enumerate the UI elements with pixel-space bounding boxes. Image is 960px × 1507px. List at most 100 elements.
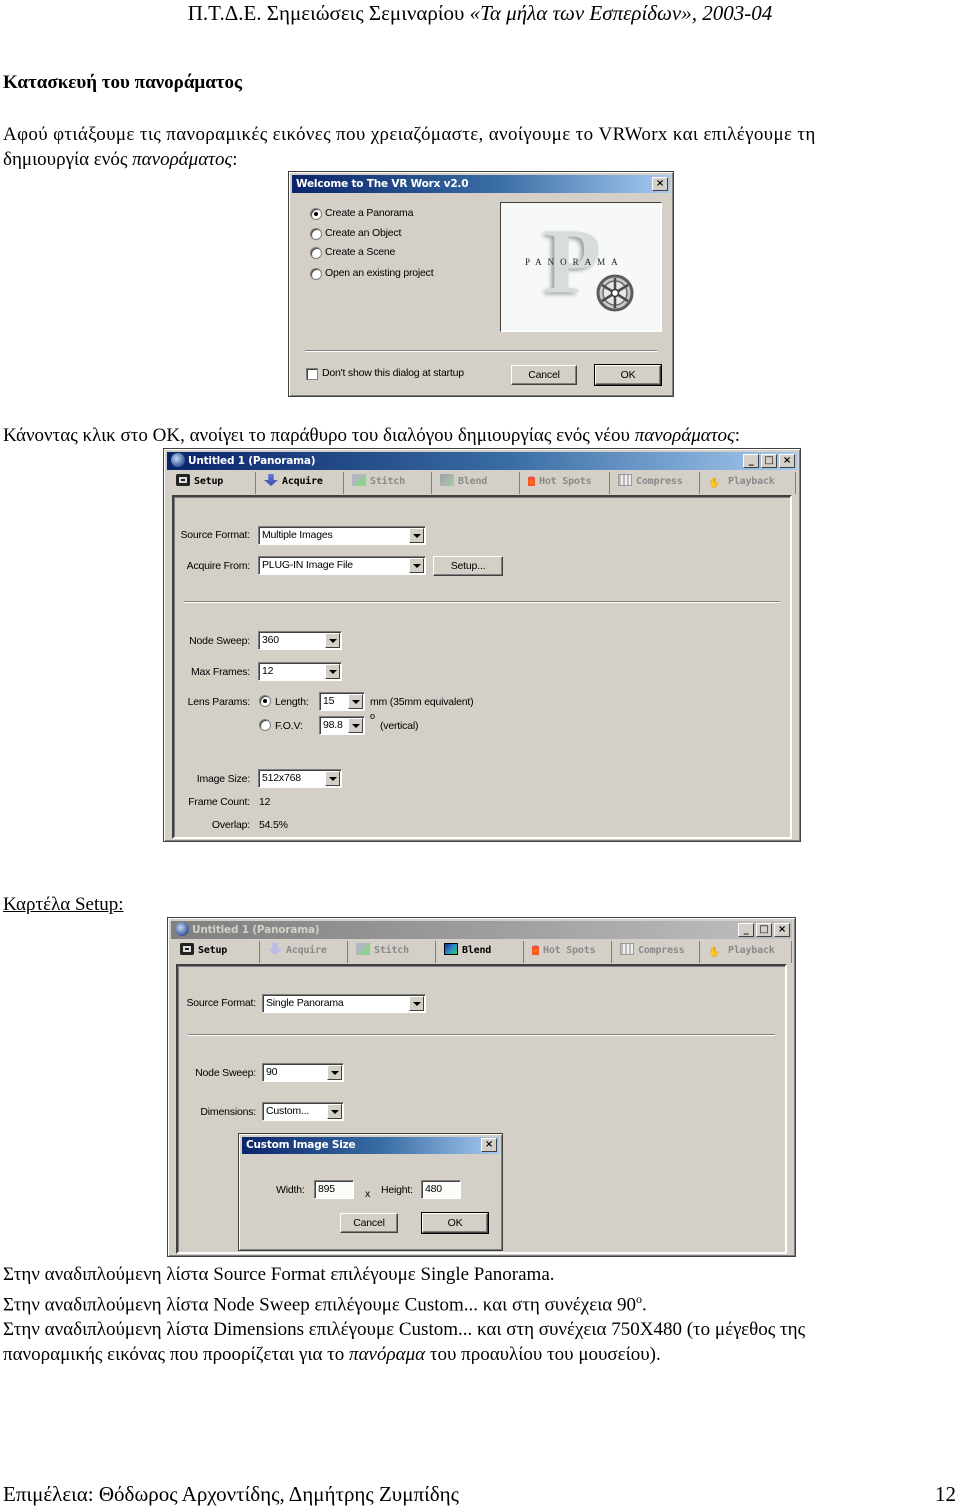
tab-setup[interactable]: Setup [172,941,260,963]
tab-playback[interactable]: ✋ Playback [700,472,796,494]
source-format-select[interactable]: Multiple Images [258,526,426,545]
ok-button[interactable]: OK [421,1212,489,1234]
tab-stitch[interactable]: Stitch [344,472,432,494]
instruction-line4-text: πανοραμικής εικόνας που προορίζεται για … [3,1344,350,1366]
chevron-down-icon[interactable] [348,694,363,709]
node-sweep-label: Node Sweep: [195,1067,256,1079]
maximize-button[interactable]: □ [761,454,777,468]
tab-acquire[interactable]: Acquire [256,472,344,494]
tab-blend[interactable]: Blend [432,472,520,494]
logo-text: PANORAMA [525,257,624,267]
instructions: Στην αναδιπλούμενη λίστα Source Format ε… [3,1262,805,1367]
window-title: Untitled 1 (Panorama) [188,455,316,467]
chevron-down-icon[interactable] [325,664,340,679]
option-label: Create an Object [325,227,402,239]
tab-label: Hot Spots [543,945,596,956]
frame-count-value: 12 [259,796,271,808]
length-select[interactable]: 15 [319,692,365,711]
blend-icon [444,943,458,955]
panorama-window-setup: Untitled 1 (Panorama) _ □ × Setup Acquir… [167,917,796,1257]
chevron-down-icon[interactable] [409,558,424,573]
tab-label: Setup [198,945,228,956]
tab-compress[interactable]: Compress [610,472,700,494]
close-button[interactable]: × [481,1138,497,1152]
chevron-down-icon[interactable] [409,996,424,1011]
setup-panel: Source Format: Multiple Images Acquire F… [172,495,792,839]
tab-label: Acquire [282,476,323,487]
height-input[interactable]: 480 [421,1180,461,1199]
radio-open-project[interactable] [310,268,322,280]
minimize-button[interactable]: _ [738,923,754,937]
paragraph-ok: Κάνοντας κλικ στο OK, ανοίγει το παράθυρ… [3,423,740,448]
tab-hot-spots[interactable]: Hot Spots [524,941,612,963]
close-icon: × [777,924,787,935]
maximize-button[interactable]: □ [756,923,772,937]
tab-playback[interactable]: ✋ Playback [700,941,792,963]
source-format-select[interactable]: Single Panorama [262,994,426,1013]
tab-label: Playback [728,476,775,487]
dont-show-checkbox[interactable] [306,368,318,380]
window-titlebar: Untitled 1 (Panorama) _ □ × [171,921,792,939]
fov-radio[interactable] [259,719,271,731]
node-sweep-select[interactable]: 360 [258,631,342,650]
acquire-from-select[interactable]: PLUG-IN Image File [258,556,426,575]
node-sweep-select[interactable]: 90 [262,1063,344,1082]
intro-line2: δημιουργία ενός πανοράματος: [3,147,816,172]
flame-icon [528,474,535,486]
select-value: 98.8 [323,719,343,731]
setup-button[interactable]: Setup... [433,556,503,576]
tab-label: Blend [462,945,492,956]
width-input[interactable]: 895 [314,1180,354,1199]
chevron-down-icon[interactable] [409,528,424,543]
tab-hot-spots[interactable]: Hot Spots [520,472,610,494]
select-value: 90 [266,1066,278,1078]
welcome-dialog: Welcome to The VR Worx v2.0 × Create a P… [288,171,674,397]
tab-label: Stitch [374,945,409,956]
cancel-button[interactable]: Cancel [511,365,577,385]
cancel-button[interactable]: Cancel [340,1213,398,1233]
tab-acquire[interactable]: Acquire [260,941,348,963]
section-heading: Κατασκευή του πανοράματος [3,72,243,93]
tab-label: Playback [728,945,775,956]
radio-create-panorama[interactable] [310,208,322,220]
length-unit: mm (35mm equivalent) [370,696,474,708]
fov-select[interactable]: 98.8 [319,716,365,735]
select-value: Multiple Images [262,529,333,541]
tab-label: Blend [458,476,488,487]
length-radio[interactable] [259,695,271,707]
minimize-button[interactable]: _ [743,454,759,468]
window-titlebar: Untitled 1 (Panorama) _ □ × [167,452,797,470]
chevron-down-icon[interactable] [327,1104,342,1119]
select-value: PLUG-IN Image File [262,559,353,571]
close-button[interactable]: × [774,923,790,937]
close-button[interactable]: × [652,177,668,191]
film-icon [620,943,634,955]
close-icon: × [655,178,665,189]
close-icon: × [782,455,792,466]
option-label: Open an existing project [325,267,434,279]
chevron-down-icon[interactable] [325,771,340,786]
minimize-icon: _ [743,924,749,935]
close-button[interactable]: × [779,454,795,468]
source-format-label: Source Format: [186,997,256,1009]
max-frames-select[interactable]: 12 [258,662,342,681]
tab-label: Setup [194,476,224,487]
image-size-select[interactable]: 512x768 [258,769,342,788]
tab-setup[interactable]: Setup [168,472,256,494]
intro-line1: Αφού φτιάξουμε τις πανοραμικές εικόνες π… [3,124,816,145]
tab-blend[interactable]: Blend [436,941,524,963]
radio-create-scene[interactable] [310,247,322,259]
chevron-down-icon[interactable] [325,633,340,648]
page-header: Π.Τ.Δ.Ε. Σημειώσεις Σεμιναρίου «Τα μήλα … [0,0,960,26]
ok-button[interactable]: OK [594,364,662,386]
intro-line2-text: δημιουργία ενός [3,149,133,170]
chevron-down-icon[interactable] [348,718,363,733]
intro-paragraph: Αφού φτιάξουμε τις πανοραμικές εικόνες π… [3,122,816,172]
chevron-down-icon[interactable] [327,1065,342,1080]
radio-create-object[interactable] [310,228,322,240]
camera-icon [180,943,194,955]
length-label: Length: [275,696,309,708]
dimensions-select[interactable]: Custom... [262,1102,344,1121]
tab-stitch[interactable]: Stitch [348,941,436,963]
tab-compress[interactable]: Compress [612,941,700,963]
